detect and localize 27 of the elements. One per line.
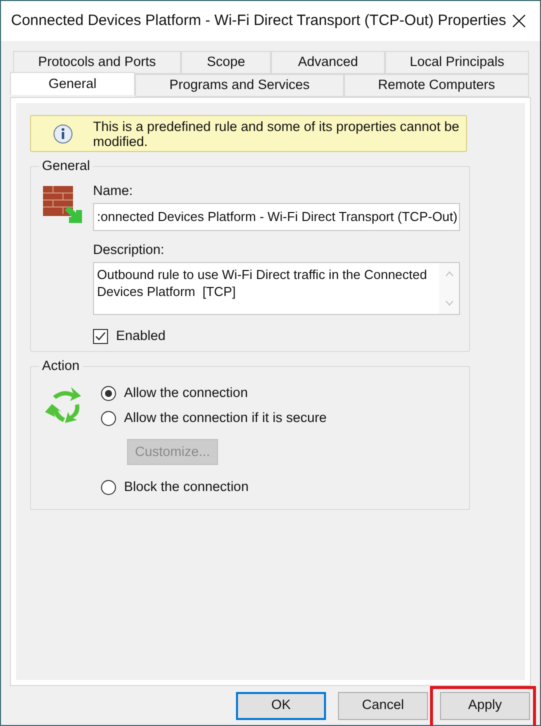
tab[interactable]: Protocols and Ports bbox=[13, 51, 181, 74]
radio-button[interactable] bbox=[101, 386, 116, 401]
dialog-button[interactable]: Apply bbox=[440, 692, 530, 720]
radio-label[interactable]: Allow the connection bbox=[124, 383, 248, 404]
info-icon bbox=[53, 124, 73, 144]
radio-label[interactable]: Block the connection bbox=[124, 477, 249, 498]
tab[interactable]: Scope bbox=[181, 51, 271, 74]
radio-label[interactable]: Allow the connection if it is secure bbox=[124, 408, 327, 429]
checkbox-label[interactable]: Enabled bbox=[116, 326, 166, 346]
tab[interactable]: Advanced bbox=[271, 51, 385, 74]
checkbox[interactable] bbox=[93, 328, 108, 344]
radio-button[interactable] bbox=[101, 480, 116, 495]
name-label: Name: bbox=[93, 182, 134, 200]
radio-button[interactable] bbox=[101, 411, 116, 426]
tab[interactable]: Programs and Services bbox=[135, 74, 344, 97]
description-label: Description: bbox=[93, 241, 166, 259]
customize-button: Customize... bbox=[127, 439, 218, 465]
description-text: Outbound rule to use Wi-Fi Direct traffic in the Connected Devices Platform [TCP] bbox=[96, 266, 428, 301]
name-field[interactable]: :onnected Devices Platform - Wi-Fi Direct Transport (TCP-Out) bbox=[93, 203, 460, 231]
dialog-button[interactable]: OK bbox=[236, 692, 326, 720]
dialog-button[interactable]: Cancel bbox=[338, 692, 428, 720]
window-title: Connected Devices Platform - Wi-Fi Direct Transport (TCP-Out) Properties bbox=[11, 10, 506, 31]
close-icon[interactable] bbox=[512, 14, 526, 28]
tab[interactable]: Local Principals bbox=[385, 51, 529, 74]
tab[interactable]: Remote Computers bbox=[344, 74, 529, 97]
tab[interactable]: General bbox=[10, 72, 135, 95]
banner-text: This is a predefined rule and some of its properties cannot be modified. bbox=[93, 118, 460, 148]
